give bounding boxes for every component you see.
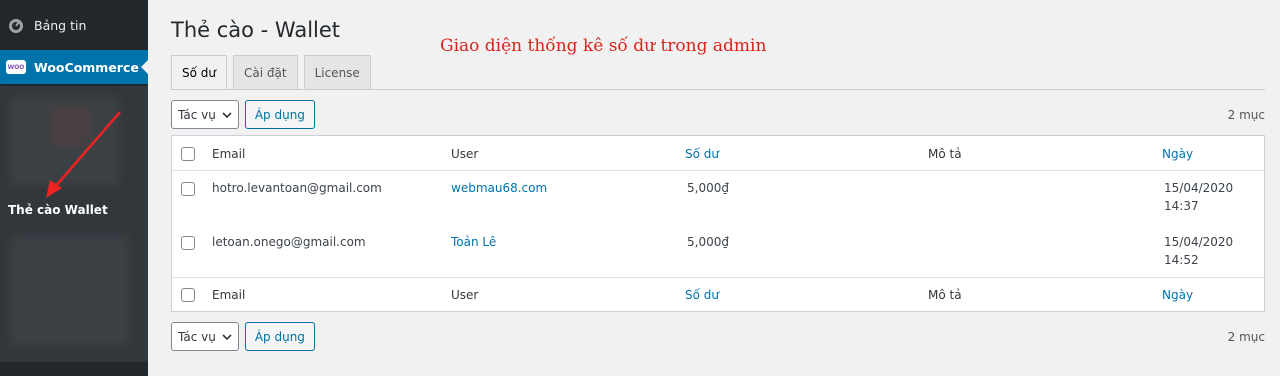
annotation-arrow-icon bbox=[46, 111, 121, 198]
row-checkbox[interactable] bbox=[181, 182, 195, 196]
bulk-action-select-value: Tác vụ bbox=[178, 329, 216, 344]
bulk-action-select-bottom[interactable]: Tác vụ bbox=[171, 322, 239, 351]
email-cell: letoan.onego@gmail.com bbox=[212, 235, 366, 249]
sidebar-item-label: WooCommerce bbox=[34, 59, 139, 75]
item-count-bottom: 2 mục bbox=[1227, 330, 1265, 344]
sidebar-item-woocommerce[interactable]: WOO WooCommerce bbox=[0, 50, 149, 84]
column-footer-balance[interactable]: Số dư bbox=[685, 288, 719, 302]
dashboard-icon bbox=[6, 15, 26, 35]
column-header-description: Mô tả bbox=[928, 147, 962, 161]
balance-cell: 5,000₫ bbox=[687, 235, 729, 249]
table-row: letoan.onego@gmail.com Toản Lê 5,000₫ 15… bbox=[172, 225, 1264, 278]
balance-table: Email User Số dư Mô tả Ngày hotro.levant… bbox=[171, 135, 1265, 312]
select-all-checkbox-footer[interactable] bbox=[181, 288, 195, 302]
balance-cell: 5,000₫ bbox=[687, 181, 729, 195]
nav-tabs: Số dư Cài đặt License bbox=[171, 55, 371, 90]
sidebar-item-next[interactable] bbox=[0, 362, 148, 376]
item-count: 2 mục bbox=[1227, 108, 1265, 122]
table-row: hotro.levantoan@gmail.com webmau68.com 5… bbox=[172, 171, 1264, 225]
apply-button-bottom[interactable]: Áp dụng bbox=[244, 322, 315, 351]
column-footer-date[interactable]: Ngày bbox=[1162, 288, 1193, 302]
column-header-email: Email bbox=[212, 147, 246, 161]
table-header-row: Email User Số dư Mô tả Ngày bbox=[172, 136, 1264, 170]
date-cell: 15/04/2020 bbox=[1164, 181, 1234, 195]
page-title: Thẻ cào - Wallet bbox=[171, 18, 341, 42]
chevron-down-icon bbox=[222, 333, 232, 340]
blurred-submenu-items bbox=[10, 236, 130, 346]
time-cell: 14:37 bbox=[1164, 199, 1199, 213]
tab-cai-dat[interactable]: Cài đặt bbox=[233, 55, 298, 89]
bulk-actions-top: Tác vụ Áp dụng bbox=[171, 100, 315, 129]
row-checkbox[interactable] bbox=[181, 236, 195, 250]
bulk-action-select[interactable]: Tác vụ bbox=[171, 100, 239, 129]
chevron-down-icon bbox=[222, 111, 232, 118]
column-footer-email: Email bbox=[212, 288, 246, 302]
user-link[interactable]: webmau68.com bbox=[451, 181, 547, 195]
email-cell: hotro.levantoan@gmail.com bbox=[212, 181, 382, 195]
annotation-text: Giao diện thống kê số dư trong admin bbox=[440, 36, 767, 56]
woocommerce-icon: WOO bbox=[6, 57, 26, 77]
woocommerce-badge: WOO bbox=[6, 60, 26, 74]
date-cell: 15/04/2020 bbox=[1164, 235, 1234, 249]
main-content: Thẻ cào - Wallet Giao diện thống kê số d… bbox=[148, 0, 1280, 376]
tab-license[interactable]: License bbox=[303, 55, 371, 89]
column-header-date[interactable]: Ngày bbox=[1162, 147, 1193, 161]
time-cell: 14:52 bbox=[1164, 253, 1199, 267]
sidebar-item-label: Bảng tin bbox=[34, 17, 87, 33]
user-link[interactable]: Toản Lê bbox=[451, 235, 496, 249]
column-header-balance[interactable]: Số dư bbox=[685, 147, 719, 161]
column-footer-description: Mô tả bbox=[928, 288, 962, 302]
bulk-action-select-value: Tác vụ bbox=[178, 107, 216, 122]
tab-so-du[interactable]: Số dư bbox=[171, 55, 227, 90]
bulk-actions-bottom: Tác vụ Áp dụng bbox=[171, 322, 315, 351]
admin-sidebar: Bảng tin WOO WooCommerce Thẻ cào Wallet bbox=[0, 0, 149, 376]
tabs-divider bbox=[171, 89, 1265, 90]
sidebar-subitem-the-cao-wallet[interactable]: Thẻ cào Wallet bbox=[8, 203, 108, 217]
column-header-user: User bbox=[451, 147, 479, 161]
apply-button[interactable]: Áp dụng bbox=[244, 100, 315, 129]
select-all-checkbox[interactable] bbox=[181, 147, 195, 161]
table-footer-row: Email User Số dư Mô tả Ngày bbox=[172, 278, 1264, 312]
column-footer-user: User bbox=[451, 288, 479, 302]
sidebar-item-dashboard[interactable]: Bảng tin bbox=[0, 8, 148, 42]
